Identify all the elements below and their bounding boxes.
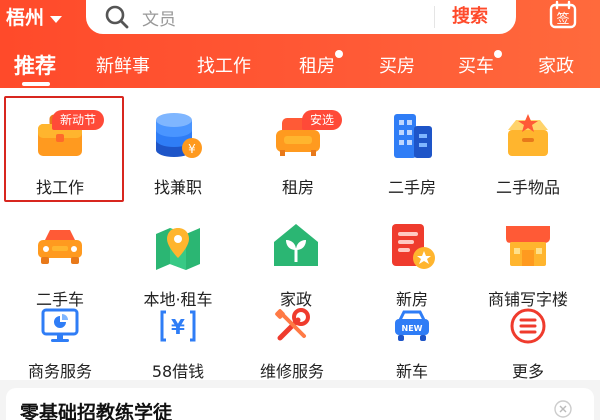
service-business[interactable]: 商务服务: [0, 298, 120, 394]
svg-text:¥: ¥: [188, 142, 196, 156]
service-label: 二手物品: [495, 178, 560, 197]
highlight-box: [4, 96, 124, 202]
top-header: 梧州 文员 搜索 签 推荐 新鲜事 找工作 租房 买房 买车 家政: [0, 0, 600, 88]
service-label: 二手房: [387, 178, 436, 197]
service-new-car[interactable]: NEW 新车: [352, 298, 472, 394]
search-bar[interactable]: 文员 搜索: [86, 0, 516, 34]
box-icon: [508, 114, 548, 156]
service-second-hand-house[interactable]: 二手房: [352, 88, 472, 197]
document-house-icon: [392, 224, 435, 269]
service-label: 更多: [511, 362, 544, 381]
more-icon: [510, 308, 546, 344]
close-icon[interactable]: [554, 400, 572, 418]
service-label: 找兼职: [153, 178, 202, 197]
service-label: 58借钱: [151, 362, 205, 381]
buildings-icon: [394, 114, 432, 158]
service-label: 商务服务: [27, 362, 92, 381]
search-icon: [105, 5, 129, 29]
house-leaf-icon: [274, 224, 318, 266]
tab-housekeeping[interactable]: 家政: [538, 52, 574, 78]
notification-dot: [335, 50, 343, 58]
service-label: 新车: [395, 362, 428, 381]
tab-buy-car[interactable]: 买车: [458, 50, 502, 78]
notification-dot: [494, 50, 502, 58]
search-button[interactable]: 搜索: [452, 2, 488, 32]
service-repair[interactable]: 维修服务: [232, 298, 352, 394]
service-shop-office[interactable]: 商铺写字楼: [468, 206, 588, 309]
tab-label: 买车: [458, 56, 494, 77]
tab-label: 租房: [299, 56, 335, 77]
tab-news[interactable]: 新鲜事: [96, 52, 150, 78]
service-rent[interactable]: 租房: [238, 88, 358, 197]
service-58-loan[interactable]: ¥ 58借钱: [118, 298, 238, 394]
signin-label: 签: [556, 11, 569, 27]
yuan-card-icon: ¥: [160, 310, 196, 342]
svg-text:NEW: NEW: [402, 324, 423, 333]
service-part-time[interactable]: ¥ 找兼职: [118, 88, 238, 197]
service-label: 租房: [281, 178, 314, 197]
tab-recommend[interactable]: 推荐: [14, 50, 56, 80]
car-icon: [38, 230, 82, 264]
search-input[interactable]: 文员: [142, 5, 176, 30]
monitor-chart-icon: [41, 308, 79, 342]
tab-rent[interactable]: 租房: [299, 50, 343, 78]
tools-icon: [275, 308, 310, 341]
search-divider: [434, 6, 435, 28]
coins-icon: ¥: [156, 113, 202, 158]
tab-jobs[interactable]: 找工作: [197, 52, 251, 78]
new-car-icon: NEW: [395, 310, 429, 341]
tab-label: 找工作: [197, 56, 251, 77]
caret-down-icon: [50, 15, 63, 23]
active-tab-indicator: [22, 82, 50, 86]
service-housekeeping[interactable]: 家政: [236, 206, 356, 309]
service-more[interactable]: 更多: [468, 298, 588, 394]
map-pin-icon: [156, 228, 200, 270]
service-label: 维修服务: [259, 362, 324, 381]
city-selector[interactable]: 梧州: [6, 6, 63, 30]
tab-label: 推荐: [14, 54, 56, 78]
category-tabs: 推荐 新鲜事 找工作 租房 买房 买车 家政: [0, 44, 600, 88]
tab-label: 买房: [379, 56, 415, 77]
tab-label: 家政: [538, 56, 574, 77]
service-new-house[interactable]: 新房: [352, 206, 472, 309]
service-second-hand-goods[interactable]: 二手物品: [468, 88, 588, 197]
signin-calendar-icon[interactable]: 签: [548, 0, 578, 30]
card-title: 零基础招教练学徒: [20, 402, 173, 420]
recommendation-card[interactable]: 零基础招教练学徒: [6, 388, 594, 420]
service-used-car[interactable]: 二手车: [0, 206, 120, 309]
service-local-car-rental[interactable]: 本地·租车: [118, 206, 238, 309]
promo-badge: 安选: [302, 110, 343, 130]
city-label: 梧州: [6, 7, 45, 29]
tab-label: 新鲜事: [96, 56, 150, 77]
storefront-icon: [506, 226, 550, 266]
tab-buy-house[interactable]: 买房: [379, 52, 415, 78]
svg-text:¥: ¥: [171, 315, 185, 339]
